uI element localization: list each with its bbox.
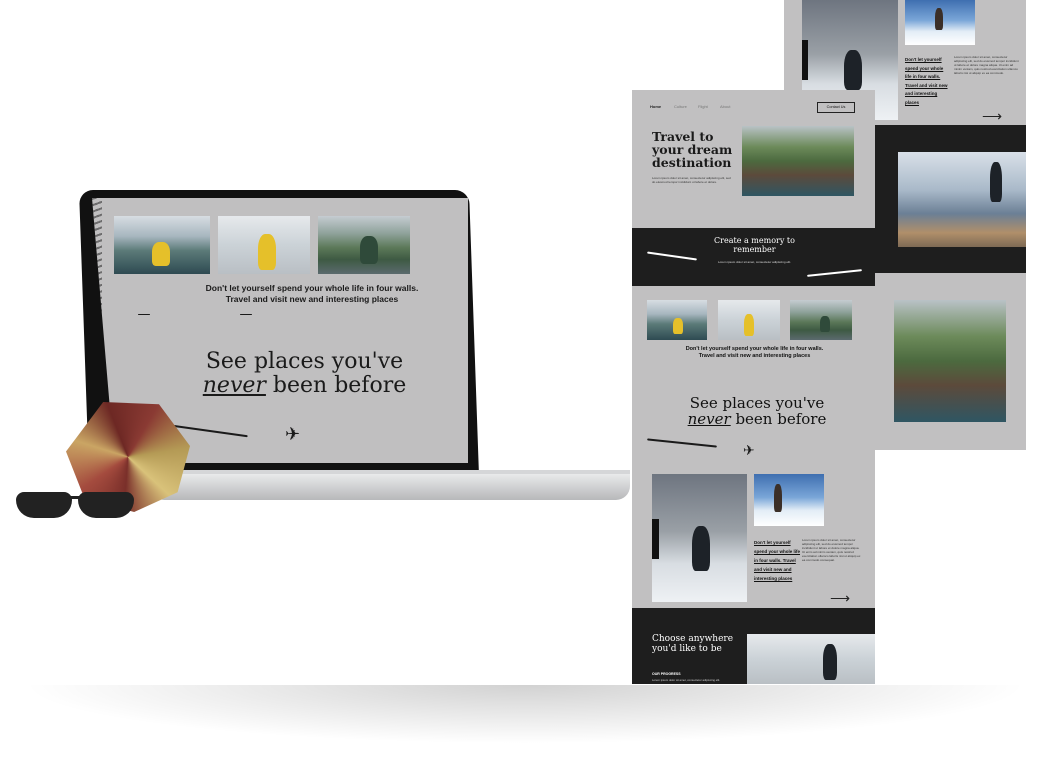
hiker-valley-photo	[898, 152, 1026, 247]
contact-button[interactable]: Contact Us	[817, 102, 855, 113]
back-body-text: Lorem ipsum dolor sit amet, consectetur …	[954, 55, 1019, 75]
laptop-brush-stroke	[172, 424, 248, 438]
laptop-tagline-2: Travel and visit new and interesting pla…	[225, 294, 399, 304]
choose-title: Choose anywhere you'd like to be	[652, 634, 734, 654]
front-tagline: Don't let yourself spend your whole life…	[672, 346, 837, 360]
laptop-base	[150, 474, 630, 500]
laptop-headline-emph: never	[202, 373, 266, 398]
laptop-photo-1	[114, 216, 210, 274]
front-page-mockup: Home Culture Flight About Contact Us Tra…	[632, 90, 875, 684]
front-headline-post: been before	[730, 410, 827, 428]
sunglasses	[16, 486, 136, 524]
gallery-photo-2	[718, 300, 780, 340]
arrow-right-icon[interactable]: ⟶	[982, 108, 1002, 125]
laptop-tagline: Don't let yourself spend your whole life…	[187, 283, 437, 305]
front-headline-emph: never	[687, 410, 731, 428]
progress-label: OUR PROGRESS	[652, 672, 681, 676]
choose-photo	[747, 634, 875, 684]
nav-item-4[interactable]: About	[720, 104, 730, 109]
mockup-stage: Lorem ipsum dolor sit amet, consectetur …	[0, 0, 1049, 757]
nav-item-2[interactable]: Culture	[674, 104, 687, 109]
hiker-sky-photo	[905, 0, 975, 45]
memory-sub: Lorem ipsum dolor sit amet, consectetur …	[717, 260, 792, 264]
hero-title: Travel to your dream destination	[652, 129, 733, 170]
nav-home[interactable]: Home	[650, 104, 661, 109]
gallery-photo-1	[647, 300, 707, 340]
laptop-tagline-1: Don't let yourself spend your whole life…	[205, 283, 419, 293]
floor-shadow	[20, 684, 1030, 744]
brush-stroke-front	[647, 438, 717, 448]
hiker-sky-photo-front	[754, 474, 824, 526]
front-tagline-1: Don't let yourself spend your whole life…	[685, 346, 824, 352]
laptop-headline-line1: See places you've	[205, 349, 404, 374]
front-headline: See places you've never been before	[687, 395, 827, 427]
hero-body: Lorem ipsum dolor sit amet, consectetur …	[652, 176, 731, 184]
laptop-dash-1	[138, 314, 150, 315]
laptop-photo-2	[218, 216, 310, 274]
laptop-headline: See places you've never been before	[187, 350, 422, 398]
front-tagline-2: Travel and visit new and interesting pla…	[698, 353, 811, 359]
laptop-photo-3	[318, 216, 410, 274]
gallery-photo-3	[790, 300, 852, 340]
laptop-headline-post: been before	[265, 373, 407, 398]
back-links[interactable]: Don't let yourself spend your whole life…	[905, 56, 950, 107]
laptop-plane-icon: ✈	[285, 424, 301, 444]
plane-icon: ✈	[743, 442, 755, 458]
laptop-dash-2	[240, 314, 252, 315]
snowboarder-photo-front	[652, 474, 747, 602]
progress-sub: Lorem ipsum dolor sit amet, consectetur …	[652, 678, 721, 682]
memory-title: Create a memory to remember	[714, 236, 795, 254]
front-headline-line1: See places you've	[689, 394, 825, 412]
front-body-text: Lorem ipsum dolor sit amet, consectetur …	[802, 538, 861, 562]
nav-item-3[interactable]: Flight	[698, 104, 708, 109]
arrow-right-icon-front[interactable]: ⟶	[830, 590, 850, 607]
canyon-photo	[894, 300, 1006, 422]
front-links[interactable]: Don't let yourself spend your whole life…	[754, 538, 804, 583]
hero-photo	[742, 126, 854, 196]
